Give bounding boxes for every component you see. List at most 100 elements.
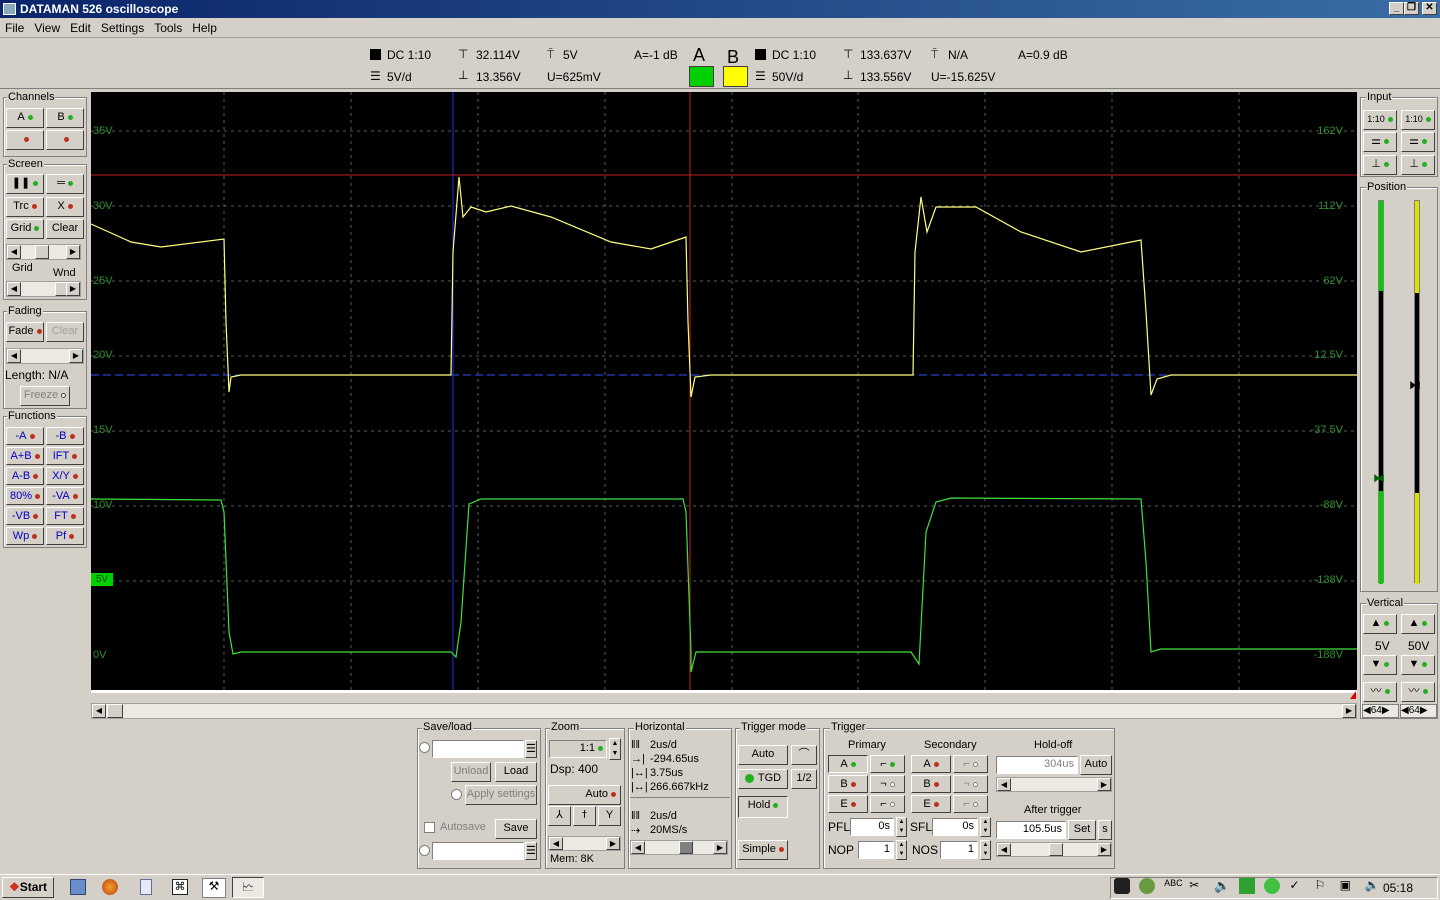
tray-status-icon[interactable] [1264,878,1281,894]
tray-monitor-icon[interactable]: ▣ [1340,878,1356,894]
tray-check-icon[interactable]: ✓ [1289,878,1305,894]
function-button[interactable]: A-B [6,467,44,485]
secondary-source-b[interactable]: B [911,775,951,793]
primary-slope-rising[interactable]: ⌐ [870,755,905,773]
close-button[interactable]: ✕ [1422,2,1437,15]
tray-flag-icon[interactable]: ⚐ [1315,878,1331,894]
input-a-gnd-button[interactable]: ⊥ [1363,155,1397,175]
start-button[interactable]: ❖Start [2,877,54,898]
tray-network-icon[interactable] [1139,878,1156,894]
input-a-ratio-button[interactable]: 1:10 [1363,110,1397,130]
avg-a-button[interactable]: 〰 [1363,682,1397,702]
zoom-slider[interactable]: ◀ ▶ [548,836,621,851]
save-slot-2-browse[interactable]: ☰ [525,842,537,860]
vert-b-down-button[interactable]: ▼ [1401,655,1435,675]
zoom-center-button[interactable]: ϯ [573,806,596,826]
primary-source-a[interactable]: A [828,755,868,773]
zoom-value[interactable]: 1:1 [549,740,607,758]
ch-a-volts-div[interactable]: 5V/d [387,70,412,84]
time-scrollbar[interactable]: ◀ ▶ [91,703,1357,719]
after-trigger-set-button[interactable]: Set [1068,820,1096,840]
freeze-button[interactable]: Freeze [20,386,70,406]
secondary-slope-rising[interactable]: ⌐ [953,755,988,773]
load-button[interactable]: Load [495,762,537,782]
primary-slope-other[interactable]: ⌐ [870,795,905,813]
trc-button[interactable]: Trc [6,197,44,217]
input-b-dc-button[interactable]: ⚌ [1401,132,1435,152]
secondary-slope-other[interactable]: ⌐ [953,795,988,813]
notepad-icon[interactable] [140,879,152,895]
ch-b-color-swatch[interactable] [723,66,748,87]
ch-a-color-swatch[interactable] [689,66,714,87]
apply-settings-radio[interactable] [451,789,462,800]
function-button[interactable]: -A [6,427,44,445]
save-button[interactable]: Save [495,819,537,839]
vert-a-down-button[interactable]: ▼ [1363,655,1397,675]
nos-field[interactable]: 1 [940,841,978,859]
ch-b-coupling[interactable]: DC 1:10 [772,48,816,62]
input-b-gnd-button[interactable]: ⊥ [1401,155,1435,175]
persist-button[interactable]: ═ [46,174,84,194]
firefox-icon[interactable] [102,879,118,895]
minimize-button[interactable]: _ [1389,2,1404,15]
app-grid-icon[interactable]: ⌘ [172,879,188,895]
zoom-spinner[interactable]: ▲ ▼ [609,738,621,760]
channel-b-extra-button[interactable] [46,130,84,150]
holdoff-field[interactable]: 304us [996,756,1078,774]
primary-slope-falling[interactable]: ¬ [870,775,905,793]
fade-button[interactable]: Fade [6,322,44,342]
tgd-button[interactable]: TGD [738,769,788,789]
trigger-position-marker[interactable] [1350,691,1356,699]
tool-icon[interactable]: ⚒ [202,878,226,898]
pfl-field[interactable]: 0s [850,818,894,836]
after-trigger-field[interactable]: 105.5us [996,821,1066,839]
holdoff-slider[interactable]: ◀ ▶ [996,777,1112,792]
secondary-source-a[interactable]: A [911,755,951,773]
fade-slider[interactable]: ◀ ▶ [6,348,84,364]
trigger-auto-button[interactable]: Auto [738,745,788,765]
sfl-spinner[interactable]: ▲ ▼ [980,817,991,837]
pfl-spinner[interactable]: ▲ ▼ [896,817,907,837]
nop-spinner[interactable]: ▲ ▼ [896,840,907,860]
unload-button[interactable]: Unload [451,762,491,782]
avg-b-slider[interactable]: ◀64▶ [1400,704,1437,718]
nos-spinner[interactable]: ▲ ▼ [980,840,991,860]
tray-speaker-icon[interactable]: 🔈 [1214,878,1230,894]
position-a-track[interactable] [1378,200,1384,584]
apply-settings-button[interactable]: Apply settings [465,785,537,805]
sfl-field[interactable]: 0s [932,818,978,836]
waveform-canvas[interactable] [91,92,1357,690]
channel-b-button[interactable]: B [46,108,84,128]
secondary-slope-falling[interactable]: ¬ [953,775,988,793]
save-slot-1-field[interactable] [432,740,524,758]
channel-a-button[interactable]: A [6,108,44,128]
input-b-ratio-button[interactable]: 1:10 [1401,110,1435,130]
function-button[interactable]: Pf [46,527,84,545]
menu-view[interactable]: View [29,18,65,35]
ch-a-ground-marker[interactable]: 5V [91,573,113,586]
tray-app-icon[interactable] [1114,878,1130,894]
tray-volume-icon[interactable]: 🔈 [1365,878,1381,894]
save-slot-1-browse[interactable]: ☰ [525,740,537,758]
menu-file[interactable]: File [0,18,29,35]
channel-a-extra-button[interactable] [6,130,44,150]
after-trigger-slider[interactable]: ◀ ▶ [996,842,1112,857]
fade-clear-button[interactable]: Clear [46,322,84,342]
autosave-checkbox[interactable] [424,822,435,833]
save-slot-2-field[interactable] [432,842,524,860]
tray-green-icon[interactable] [1239,878,1256,894]
zoom-auto-button[interactable]: Auto [548,785,621,805]
secondary-source-e[interactable]: E [911,795,951,813]
tray-abc-icon[interactable]: ABC [1164,878,1183,894]
show-desktop-icon[interactable] [70,879,86,895]
vert-a-up-button[interactable]: ▲ [1363,614,1397,634]
function-button[interactable]: FT [46,507,84,525]
half-button[interactable]: 1/2 [791,769,817,789]
timebase-slider[interactable]: ◀ ▶ [630,840,728,855]
vert-b-up-button[interactable]: ▲ [1401,614,1435,634]
grid-slider[interactable]: ◀ ▶ [6,244,81,260]
function-button[interactable]: Wp [6,527,44,545]
nop-field[interactable]: 1 [858,841,894,859]
maximize-button[interactable]: ❐ [1404,2,1419,15]
ch-b-volts-div[interactable]: 50V/d [772,70,803,84]
